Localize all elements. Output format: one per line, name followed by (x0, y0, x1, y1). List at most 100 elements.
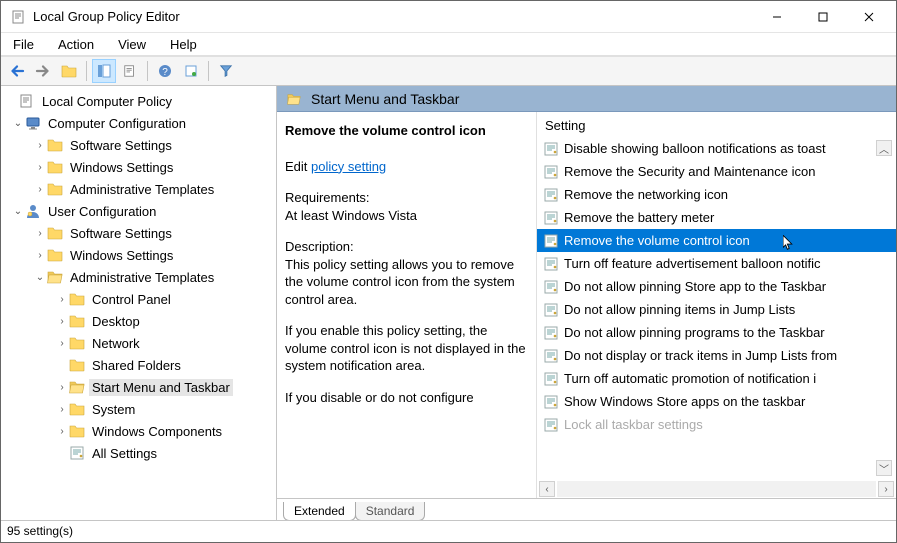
expand-icon[interactable]: › (55, 316, 69, 327)
tree-item[interactable]: ›Network (1, 332, 276, 354)
setting-row[interactable]: Lock all taskbar settings (537, 413, 896, 436)
expand-icon[interactable]: › (33, 184, 47, 195)
setting-row[interactable]: Remove the volume control icon (537, 229, 896, 252)
user-icon (25, 203, 41, 219)
title-bar: Local Group Policy Editor (1, 1, 896, 33)
scroll-left-button[interactable]: ‹ (539, 481, 555, 497)
expand-icon[interactable]: › (55, 404, 69, 415)
show-hide-tree-button[interactable] (92, 59, 116, 83)
scroll-down-button[interactable]: ﹀ (876, 460, 892, 476)
minimize-button[interactable] (754, 3, 800, 31)
setting-label: Lock all taskbar settings (564, 417, 703, 432)
tree-item[interactable]: ›Windows Settings (1, 156, 276, 178)
setting-label: Do not display or track items in Jump Li… (564, 348, 837, 363)
console-tree[interactable]: Local Computer Policy ⌄ Computer Configu… (1, 86, 277, 520)
setting-icon (543, 417, 559, 433)
tab-standard[interactable]: Standard (355, 502, 426, 520)
tree-item-start-menu[interactable]: ›Start Menu and Taskbar (1, 376, 276, 398)
tree-root[interactable]: Local Computer Policy (1, 90, 276, 112)
column-header-setting[interactable]: Setting (537, 112, 896, 137)
folder-icon (69, 313, 85, 329)
expand-icon[interactable]: › (33, 250, 47, 261)
tree-item[interactable]: Shared Folders (1, 354, 276, 376)
setting-icon (543, 256, 559, 272)
setting-row[interactable]: Turn off feature advertisement balloon n… (537, 252, 896, 275)
collapse-icon[interactable]: ⌄ (11, 206, 25, 217)
forward-button[interactable] (31, 59, 55, 83)
tree-item-all-settings[interactable]: All Settings (1, 442, 276, 464)
view-tabs: Extended Standard (277, 498, 896, 520)
tree-item[interactable]: ›System (1, 398, 276, 420)
collapse-icon[interactable]: ⌄ (33, 272, 47, 283)
scroll-right-button[interactable]: › (878, 481, 894, 497)
up-button[interactable] (57, 59, 81, 83)
maximize-button[interactable] (800, 3, 846, 31)
description-cont1: If you enable this policy setting, the v… (285, 322, 526, 375)
tree-admin-templates[interactable]: ⌄Administrative Templates (1, 266, 276, 288)
tree-label: Computer Configuration (45, 115, 189, 132)
export-list-button[interactable] (118, 59, 142, 83)
tree-item[interactable]: › Desktop (1, 310, 276, 332)
tree-label: Control Panel (89, 291, 174, 308)
setting-icon (543, 187, 559, 203)
menu-action[interactable]: Action (54, 35, 98, 54)
tree-label: Windows Components (89, 423, 225, 440)
settings-list[interactable]: Disable showing balloon notifications as… (537, 137, 896, 480)
setting-icon (543, 141, 559, 157)
folder-icon (69, 357, 85, 373)
menu-file[interactable]: File (9, 35, 38, 54)
tree-item[interactable]: ›Administrative Templates (1, 178, 276, 200)
setting-label: Remove the networking icon (564, 187, 728, 202)
tree-item[interactable]: › Control Panel (1, 288, 276, 310)
setting-row[interactable]: Turn off automatic promotion of notifica… (537, 367, 896, 390)
menu-view[interactable]: View (114, 35, 150, 54)
scroll-up-button[interactable]: ︿ (876, 140, 892, 156)
setting-icon (543, 279, 559, 295)
close-button[interactable] (846, 3, 892, 31)
setting-row[interactable]: Show Windows Store apps on the taskbar (537, 390, 896, 413)
tree-item[interactable]: ›Software Settings (1, 134, 276, 156)
folder-icon (69, 401, 85, 417)
tree-computer-config[interactable]: ⌄ Computer Configuration (1, 112, 276, 134)
setting-icon (543, 233, 559, 249)
expand-icon[interactable]: › (55, 294, 69, 305)
menu-help[interactable]: Help (166, 35, 201, 54)
properties-button[interactable] (179, 59, 203, 83)
setting-row[interactable]: Do not allow pinning items in Jump Lists (537, 298, 896, 321)
setting-row[interactable]: Remove the networking icon (537, 183, 896, 206)
back-button[interactable] (5, 59, 29, 83)
tree-label: All Settings (89, 445, 160, 462)
toolbar: ? (1, 56, 896, 86)
collapse-icon[interactable]: ⌄ (11, 118, 25, 129)
tree-item[interactable]: ›Windows Settings (1, 244, 276, 266)
folder-icon (47, 247, 63, 263)
setting-row[interactable]: Do not allow pinning Store app to the Ta… (537, 275, 896, 298)
setting-icon (543, 210, 559, 226)
setting-label: Disable showing balloon notifications as… (564, 141, 826, 156)
tree-item[interactable]: › Windows Components (1, 420, 276, 442)
setting-icon (543, 302, 559, 318)
scrollbar-track[interactable] (557, 481, 876, 497)
filter-button[interactable] (214, 59, 238, 83)
setting-row[interactable]: Do not allow pinning programs to the Tas… (537, 321, 896, 344)
horizontal-scrollbar[interactable]: ‹ › (537, 480, 896, 498)
expand-icon[interactable]: › (33, 162, 47, 173)
expand-icon[interactable]: › (55, 338, 69, 349)
tab-extended[interactable]: Extended (283, 502, 356, 520)
edit-policy-link[interactable]: policy setting (311, 159, 386, 174)
expand-icon[interactable]: › (33, 228, 47, 239)
tree-label: Desktop (89, 313, 143, 330)
setting-row[interactable]: Remove the battery meter (537, 206, 896, 229)
setting-row[interactable]: Remove the Security and Maintenance icon (537, 160, 896, 183)
expand-icon[interactable]: › (55, 382, 69, 393)
tree-item[interactable]: ›Software Settings (1, 222, 276, 244)
tree-user-config[interactable]: ⌄ User Configuration (1, 200, 276, 222)
setting-row[interactable]: Do not display or track items in Jump Li… (537, 344, 896, 367)
help-button[interactable]: ? (153, 59, 177, 83)
setting-label: Do not allow pinning programs to the Tas… (564, 325, 825, 340)
expand-icon[interactable]: › (55, 426, 69, 437)
folder-icon (69, 335, 85, 351)
expand-icon[interactable]: › (33, 140, 47, 151)
setting-row[interactable]: Disable showing balloon notifications as… (537, 137, 896, 160)
setting-icon (543, 325, 559, 341)
